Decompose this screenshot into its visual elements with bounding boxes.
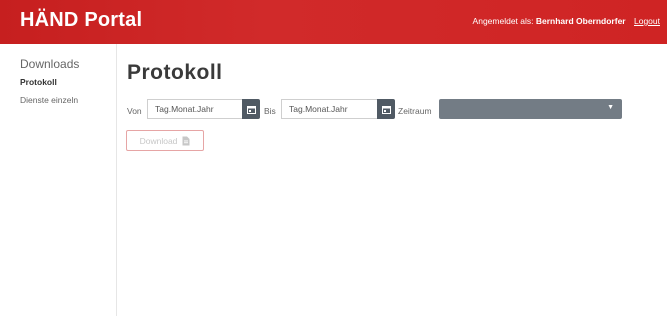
user-name: Bernhard Oberndorfer [535,16,626,26]
sidebar: Downloads Protokoll Dienste einzeln [0,44,117,316]
to-date-label: Bis [264,106,276,116]
logout-link[interactable]: Logout [634,16,660,26]
logged-in-label: Angemeldet als: [472,16,534,26]
file-icon [182,136,190,146]
page-title: Protokoll [127,61,223,84]
top-navbar: HÄND Portal Angemeldet als: Bernhard Obe… [0,0,667,44]
from-date-picker-button[interactable] [242,99,260,119]
download-button-label: Download [139,135,178,146]
brand-logo[interactable]: HÄND Portal [20,9,142,32]
download-button[interactable]: Download [126,130,204,151]
to-date-picker-button[interactable] [377,99,395,119]
period-select[interactable]: ▼ [439,99,622,119]
calendar-icon [381,105,391,114]
calendar-icon [246,105,256,114]
sidebar-item-protokoll[interactable]: Protokoll [20,77,57,87]
period-label: Zeitraum [398,106,432,116]
sidebar-item-downloads[interactable]: Downloads [20,57,79,71]
caret-down-icon: ▼ [607,104,614,111]
to-date-input[interactable] [281,99,377,119]
from-date-label: Von [127,106,142,116]
from-date-input[interactable] [147,99,242,119]
sidebar-item-dienste-einzeln[interactable]: Dienste einzeln [20,95,78,105]
user-info: Angemeldet als: Bernhard Oberndorfer Log… [473,16,660,26]
